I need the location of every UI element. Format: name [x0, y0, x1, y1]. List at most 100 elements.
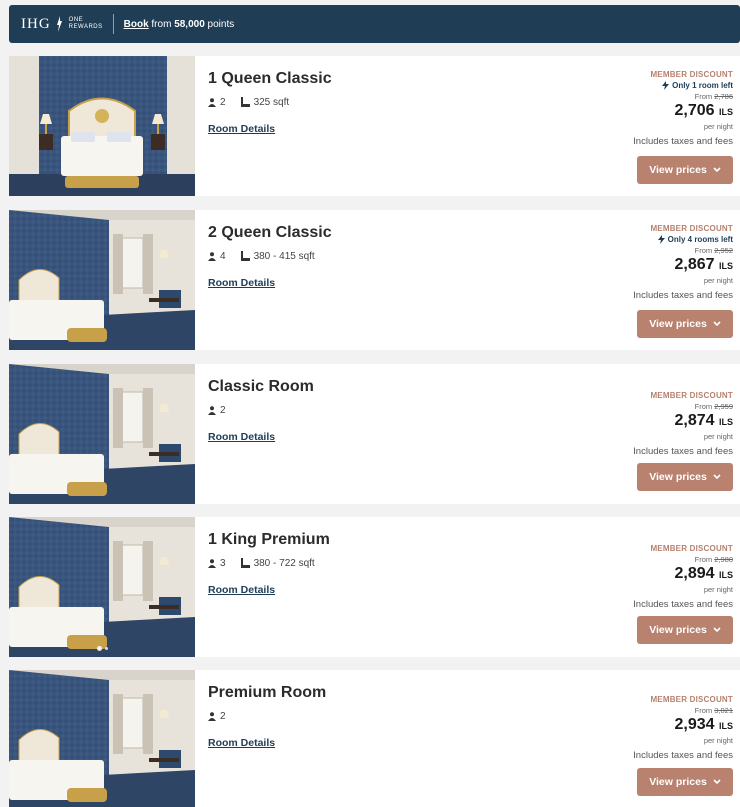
- room-photo[interactable]: [9, 364, 195, 504]
- per-night-label: per night: [703, 122, 733, 131]
- from-label: From: [694, 92, 713, 101]
- logo-sub-line2: REWARDS: [68, 24, 103, 30]
- scarcity-text: Only 1 room left: [672, 81, 733, 90]
- room-photo[interactable]: [9, 56, 195, 196]
- banner-from-text: from: [148, 18, 175, 30]
- room-meta: 2 325 sqft: [208, 96, 332, 108]
- logo-ihg-text: IHG: [21, 15, 51, 32]
- room-guests: 4: [208, 251, 226, 262]
- taxes-note: Includes taxes and fees: [633, 290, 733, 301]
- price-currency: ILS: [718, 417, 733, 427]
- member-discount-label: MEMBER DISCOUNT: [650, 695, 733, 704]
- price-block: MEMBER DISCOUNT From 3,021 2,934 ILS per…: [593, 695, 733, 761]
- original-price: 2,959: [714, 402, 733, 411]
- price-currency: ILS: [718, 570, 733, 580]
- per-night-label: per night: [703, 276, 733, 285]
- size-value: 380 - 722 sqft: [253, 557, 315, 569]
- room-guests: 3: [208, 558, 226, 569]
- room-guests: 2: [208, 405, 226, 416]
- original-price: 2,952: [714, 246, 733, 255]
- member-discount-label: MEMBER DISCOUNT: [650, 224, 733, 233]
- person-icon: [208, 711, 216, 721]
- view-prices-button[interactable]: View prices: [637, 616, 733, 644]
- price-block: MEMBER DISCOUNT From 2,959 2,874 ILS per…: [593, 391, 733, 457]
- room-card: 2 Queen Classic 4 380 - 415 sqft Room De…: [9, 210, 740, 350]
- view-prices-button[interactable]: View prices: [637, 156, 733, 184]
- logo-mark-icon: [56, 16, 62, 32]
- from-price: From 2,786: [593, 92, 733, 101]
- chevron-down-icon: [713, 474, 721, 480]
- guests-count: 2: [220, 96, 226, 108]
- room-details-link[interactable]: Room Details: [208, 737, 275, 749]
- per-night-label: per night: [703, 736, 733, 745]
- from-price: From 3,021: [593, 706, 733, 715]
- banner-points-suffix: points: [204, 18, 235, 30]
- price-amount: 2,706 ILS: [593, 102, 733, 121]
- room-meta: 3 380 - 722 sqft: [208, 557, 330, 569]
- logo-subtext: ONE REWARDS: [69, 17, 103, 31]
- room-photo[interactable]: [9, 517, 195, 657]
- from-label: From: [694, 555, 713, 564]
- room-details-link[interactable]: Room Details: [208, 584, 275, 596]
- price-block: MEMBER DISCOUNT From 2,980 2,894 ILS per…: [593, 544, 733, 610]
- taxes-note: Includes taxes and fees: [633, 750, 733, 761]
- room-name: Classic Room: [208, 378, 314, 395]
- carousel-dot-active[interactable]: [96, 646, 102, 651]
- scarcity-text: Only 4 rooms left: [667, 235, 733, 244]
- room-photo[interactable]: [9, 210, 195, 350]
- price-value: 2,867: [674, 256, 715, 273]
- person-icon: [208, 251, 216, 261]
- room-details-link[interactable]: Room Details: [208, 431, 275, 443]
- room-details-link[interactable]: Room Details: [208, 277, 275, 289]
- member-discount-label: MEMBER DISCOUNT: [650, 70, 733, 79]
- room-guests: 2: [208, 97, 226, 108]
- from-price: From 2,959: [593, 402, 733, 411]
- price-amount: 2,867 ILS: [593, 256, 733, 275]
- member-discount-label: MEMBER DISCOUNT: [650, 391, 733, 400]
- floor-area-icon: [240, 558, 250, 568]
- per-night-label: per night: [703, 432, 733, 441]
- price-amount: 2,874 ILS: [593, 412, 733, 431]
- room-meta: 4 380 - 415 sqft: [208, 250, 332, 262]
- room-info: 1 Queen Classic 2 325 sqft Room Details: [208, 70, 332, 137]
- view-prices-label: View prices: [649, 164, 707, 176]
- view-prices-button[interactable]: View prices: [637, 310, 733, 338]
- original-price: 2,980: [714, 555, 733, 564]
- member-discount-label: MEMBER DISCOUNT: [650, 544, 733, 553]
- chevron-down-icon: [713, 167, 721, 173]
- from-label: From: [694, 706, 713, 715]
- chevron-down-icon: [713, 779, 721, 785]
- scarcity-notice: Only 1 room left: [593, 81, 733, 90]
- lightning-icon: [657, 235, 665, 244]
- price-amount: 2,934 ILS: [593, 716, 733, 735]
- per-night-label: per night: [703, 585, 733, 594]
- book-link[interactable]: Book: [124, 19, 149, 30]
- carousel-dot[interactable]: [104, 647, 108, 650]
- room-info: 1 King Premium 3 380 - 722 sqft Room Det…: [208, 531, 330, 598]
- size-value: 380 - 415 sqft: [253, 250, 315, 262]
- scarcity-notice: Only 4 rooms left: [593, 235, 733, 244]
- taxes-note: Includes taxes and fees: [633, 599, 733, 610]
- room-info: 2 Queen Classic 4 380 - 415 sqft Room De…: [208, 224, 332, 291]
- price-amount: 2,894 ILS: [593, 565, 733, 584]
- price-block: MEMBER DISCOUNT Only 4 rooms left From 2…: [593, 224, 733, 301]
- taxes-note: Includes taxes and fees: [633, 446, 733, 457]
- person-icon: [208, 97, 216, 107]
- room-details-link[interactable]: Room Details: [208, 123, 275, 135]
- room-photo[interactable]: [9, 670, 195, 807]
- view-prices-button[interactable]: View prices: [637, 768, 733, 796]
- from-price: From 2,952: [593, 246, 733, 255]
- original-price: 3,021: [714, 706, 733, 715]
- price-value: 2,706: [674, 102, 715, 119]
- room-card: 1 Queen Classic 2 325 sqft Room Details …: [9, 56, 740, 196]
- view-prices-button[interactable]: View prices: [637, 463, 733, 491]
- view-prices-label: View prices: [649, 624, 707, 636]
- floor-area-icon: [240, 251, 250, 261]
- room-name: 1 Queen Classic: [208, 70, 332, 87]
- room-size: 380 - 415 sqft: [240, 251, 315, 262]
- room-info: Classic Room 2 Room Details: [208, 378, 314, 445]
- banner-text: Book from 58,000 points: [124, 19, 235, 30]
- price-currency: ILS: [718, 721, 733, 731]
- room-name: Premium Room: [208, 684, 327, 701]
- from-label: From: [694, 246, 713, 255]
